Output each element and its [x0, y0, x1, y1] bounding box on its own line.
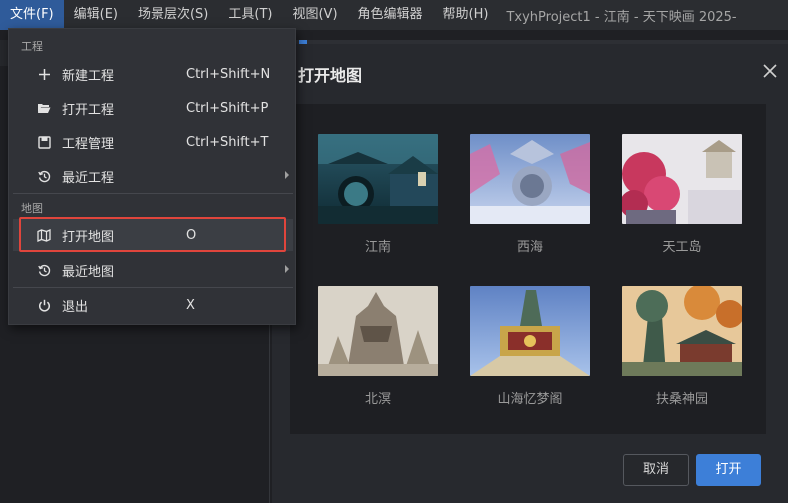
menu-item-exit[interactable]: 退出 X: [13, 289, 293, 321]
menu-item-label: 最近工程: [62, 170, 115, 186]
map-card-shanhaiyimengge[interactable]: 山海忆梦阁: [470, 286, 590, 407]
menu-separator: [13, 287, 293, 288]
menu-separator: [13, 193, 293, 194]
map-name-xihai: 西海: [516, 240, 543, 255]
menu-item-label: 最近地图: [62, 264, 115, 280]
map-card-tiangongdao[interactable]: 天工岛: [622, 134, 742, 255]
menu-item-recent-projects[interactable]: 最近工程: [13, 160, 293, 192]
menu-item-shortcut: Ctrl+Shift+N: [186, 66, 271, 82]
menu-item-label: 工程管理: [62, 136, 115, 152]
map-name-jiangnan: 江南: [364, 240, 391, 255]
close-icon[interactable]: [760, 61, 780, 81]
map-name-shanhaiyimengge: 山海忆梦阁: [497, 392, 563, 407]
map-thumbnail-beiming: [318, 286, 438, 376]
menu-item-recent-maps[interactable]: 最近地图: [13, 254, 293, 286]
power-icon: [37, 298, 51, 312]
menu-item-shortcut: Ctrl+Shift+T: [186, 134, 269, 150]
menu-item-shortcut: X: [186, 297, 195, 313]
map-name-fusangshenyuan: 扶桑神园: [655, 392, 708, 407]
submenu-arrow-icon: [285, 265, 289, 273]
map-card-jiangnan[interactable]: 江南: [318, 134, 438, 255]
menu-help[interactable]: 帮助(H): [433, 0, 499, 30]
dialog-title: 打开地图: [298, 66, 363, 85]
menu-item-project-management[interactable]: 工程管理 Ctrl+Shift+T: [13, 126, 293, 158]
plus-icon: [37, 67, 51, 81]
menu-item-label: 打开工程: [62, 102, 115, 118]
menu-file[interactable]: 文件(F): [0, 0, 64, 30]
menu-item-label: 退出: [62, 299, 89, 315]
folder-open-icon: [37, 101, 51, 115]
menu-item-new-project[interactable]: 新建工程 Ctrl+Shift+N: [13, 58, 293, 90]
map-card-beiming[interactable]: 北溟: [318, 286, 438, 407]
menu-item-label: 打开地图: [62, 229, 115, 245]
menu-character-editor[interactable]: 角色编辑器: [348, 0, 433, 30]
menu-item-open-project[interactable]: 打开工程 Ctrl+Shift+P: [13, 92, 293, 124]
map-name-beiming: 北溟: [364, 392, 391, 407]
menu-section-map: 地图: [21, 202, 43, 215]
cancel-button[interactable]: 取消: [623, 454, 689, 486]
map-icon: [37, 228, 51, 242]
map-thumbnail-fusangshenyuan: [622, 286, 742, 376]
window-title: TxyhProject1 - 江南 - 天下映画 2025-: [506, 9, 737, 25]
submenu-arrow-icon: [285, 171, 289, 179]
menu-bar: 文件(F) 编辑(E) 场景层次(S) 工具(T) 视图(V) 角色编辑器 帮助…: [0, 0, 788, 30]
file-menu-dropdown: 工程 新建工程 Ctrl+Shift+N 打开工程 Ctrl+Shift+P 工…: [8, 28, 296, 325]
map-thumbnail-xihai: [470, 134, 590, 224]
menu-tools[interactable]: 工具(T): [218, 0, 282, 30]
open-map-dialog: 打开地图 江南 西海 天工岛 北溟 山海忆梦阁 扶桑神园 取消 打开: [272, 44, 788, 503]
save-icon: [37, 135, 51, 149]
map-name-tiangongdao: 天工岛: [662, 240, 702, 255]
map-thumbnail-jiangnan: [318, 134, 438, 224]
menu-item-shortcut: Ctrl+Shift+P: [186, 100, 269, 116]
menu-item-shortcut: O: [186, 227, 197, 243]
map-thumbnail-shanhaiyimengge: [470, 286, 590, 376]
menu-item-open-map[interactable]: 打开地图 O: [13, 219, 293, 251]
menu-scene-hierarchy[interactable]: 场景层次(S): [128, 0, 218, 30]
map-card-xihai[interactable]: 西海: [470, 134, 590, 255]
history-icon: [37, 263, 51, 277]
menu-view[interactable]: 视图(V): [282, 0, 347, 30]
map-thumbnail-tiangongdao: [622, 134, 742, 224]
map-grid: 江南 西海 天工岛 北溟 山海忆梦阁 扶桑神园: [290, 104, 766, 434]
history-icon: [37, 169, 51, 183]
open-button[interactable]: 打开: [696, 454, 761, 486]
menu-item-label: 新建工程: [62, 68, 115, 84]
menu-edit[interactable]: 编辑(E): [64, 0, 128, 30]
menu-section-project: 工程: [21, 40, 43, 53]
map-card-fusangshenyuan[interactable]: 扶桑神园: [622, 286, 742, 407]
